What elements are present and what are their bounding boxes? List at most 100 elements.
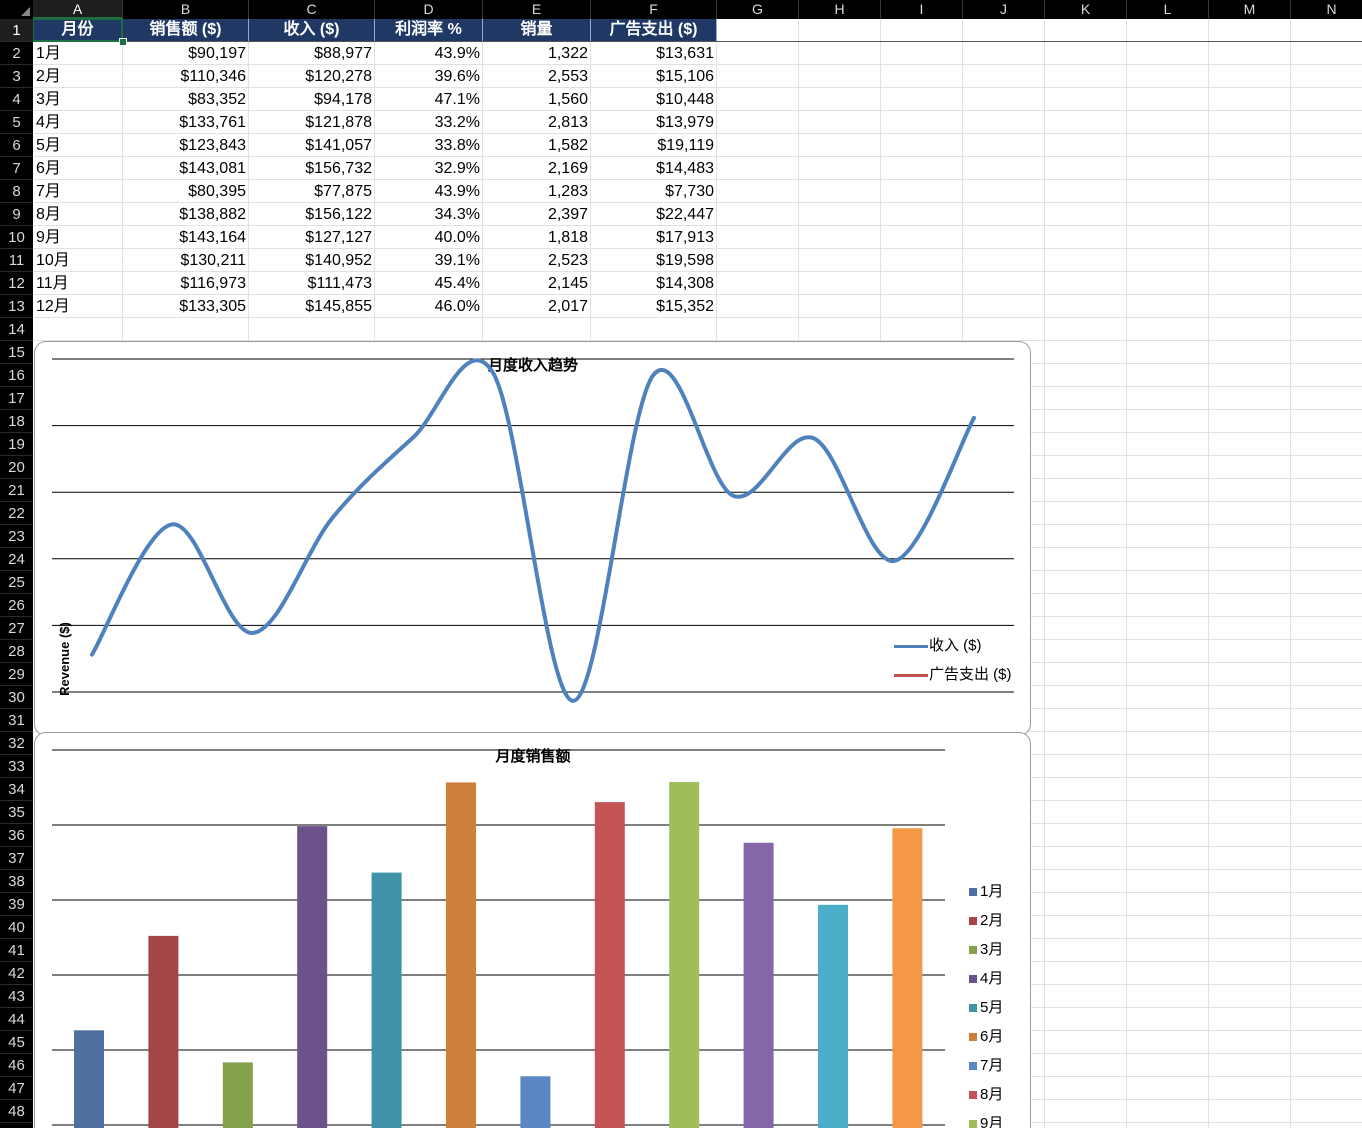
- table-cell[interactable]: 2,169: [483, 157, 591, 180]
- column-header-i[interactable]: I: [881, 0, 963, 19]
- row-header-29[interactable]: 29: [0, 663, 33, 686]
- row-header-11[interactable]: 11: [0, 249, 33, 272]
- row-header-14[interactable]: 14: [0, 318, 33, 341]
- row-header-7[interactable]: 7: [0, 157, 33, 180]
- table-cell[interactable]: $141,057: [249, 134, 375, 157]
- legend-item[interactable]: 9月: [969, 1112, 1003, 1128]
- table-cell[interactable]: 2,397: [483, 203, 591, 226]
- legend-item[interactable]: 7月: [969, 1054, 1003, 1075]
- row-header-44[interactable]: 44: [0, 1008, 33, 1031]
- table-cell[interactable]: 2月: [33, 65, 123, 88]
- table-cell[interactable]: $77,875: [249, 180, 375, 203]
- row-header-41[interactable]: 41: [0, 939, 33, 962]
- row-header-31[interactable]: 31: [0, 709, 33, 732]
- table-cell[interactable]: $88,977: [249, 42, 375, 65]
- column-header-m[interactable]: M: [1209, 0, 1291, 19]
- table-cell[interactable]: $80,395: [123, 180, 249, 203]
- table-cell[interactable]: $14,483: [591, 157, 717, 180]
- column-header-g[interactable]: G: [717, 0, 799, 19]
- table-cell[interactable]: $156,122: [249, 203, 375, 226]
- row-header-46[interactable]: 46: [0, 1054, 33, 1077]
- table-cell[interactable]: $145,855: [249, 295, 375, 318]
- row-header-26[interactable]: 26: [0, 594, 33, 617]
- row-header-10[interactable]: 10: [0, 226, 33, 249]
- table-cell[interactable]: $17,913: [591, 226, 717, 249]
- table-cell[interactable]: $90,197: [123, 42, 249, 65]
- row-header-12[interactable]: 12: [0, 272, 33, 295]
- table-header-cell[interactable]: 月份: [33, 19, 123, 41]
- table-cell[interactable]: 1,283: [483, 180, 591, 203]
- legend-item[interactable]: 6月: [969, 1025, 1003, 1046]
- table-cell[interactable]: 10月: [33, 249, 123, 272]
- column-header-h[interactable]: H: [799, 0, 881, 19]
- table-cell[interactable]: $156,732: [249, 157, 375, 180]
- table-cell[interactable]: 1,582: [483, 134, 591, 157]
- row-header-47[interactable]: 47: [0, 1077, 33, 1100]
- legend-item[interactable]: 5月: [969, 996, 1003, 1017]
- column-header-c[interactable]: C: [249, 0, 375, 19]
- table-cell[interactable]: 1,818: [483, 226, 591, 249]
- row-header-39[interactable]: 39: [0, 893, 33, 916]
- table-cell[interactable]: $83,352: [123, 88, 249, 111]
- table-cell[interactable]: $133,761: [123, 111, 249, 134]
- row-header-1[interactable]: 1: [0, 19, 33, 42]
- row-header-43[interactable]: 43: [0, 985, 33, 1008]
- row-header-18[interactable]: 18: [0, 410, 33, 433]
- table-header-cell[interactable]: 收入 ($): [249, 19, 375, 41]
- table-cell[interactable]: 2,017: [483, 295, 591, 318]
- table-cell[interactable]: $111,473: [249, 272, 375, 295]
- legend-item[interactable]: 4月: [969, 967, 1003, 988]
- table-cell[interactable]: 2,145: [483, 272, 591, 295]
- row-header-5[interactable]: 5: [0, 111, 33, 134]
- legend-item[interactable]: 1月: [969, 880, 1003, 901]
- table-header-cell[interactable]: 广告支出 ($): [591, 19, 717, 41]
- table-cell[interactable]: $110,346: [123, 65, 249, 88]
- table-cell[interactable]: 12月: [33, 295, 123, 318]
- select-all-corner[interactable]: [0, 0, 33, 19]
- row-header-30[interactable]: 30: [0, 686, 33, 709]
- table-cell[interactable]: $14,308: [591, 272, 717, 295]
- column-header-b[interactable]: B: [123, 0, 249, 19]
- table-header-cell[interactable]: 销售额 ($): [123, 19, 249, 41]
- table-cell[interactable]: 11月: [33, 272, 123, 295]
- table-cell[interactable]: 4月: [33, 111, 123, 134]
- column-header-a[interactable]: A: [33, 0, 123, 19]
- legend-item[interactable]: 3月: [969, 938, 1003, 959]
- row-header-16[interactable]: 16: [0, 364, 33, 387]
- table-cell[interactable]: $116,973: [123, 272, 249, 295]
- legend-item[interactable]: 收入 ($): [894, 634, 982, 655]
- legend-item[interactable]: 8月: [969, 1083, 1003, 1104]
- table-cell[interactable]: 1月: [33, 42, 123, 65]
- column-header-j[interactable]: J: [963, 0, 1045, 19]
- row-header-23[interactable]: 23: [0, 525, 33, 548]
- row-header-36[interactable]: 36: [0, 824, 33, 847]
- table-cell[interactable]: 34.3%: [375, 203, 483, 226]
- table-cell[interactable]: 33.2%: [375, 111, 483, 134]
- row-header-32[interactable]: 32: [0, 732, 33, 755]
- row-header-13[interactable]: 13: [0, 295, 33, 318]
- table-cell[interactable]: $140,952: [249, 249, 375, 272]
- table-cell[interactable]: 2,523: [483, 249, 591, 272]
- legend-item[interactable]: 2月: [969, 909, 1003, 930]
- row-header-24[interactable]: 24: [0, 548, 33, 571]
- table-cell[interactable]: $143,164: [123, 226, 249, 249]
- table-cell[interactable]: 6月: [33, 157, 123, 180]
- table-cell[interactable]: 47.1%: [375, 88, 483, 111]
- table-cell[interactable]: $120,278: [249, 65, 375, 88]
- table-cell[interactable]: $19,119: [591, 134, 717, 157]
- row-header-2[interactable]: 2: [0, 42, 33, 65]
- table-cell[interactable]: 46.0%: [375, 295, 483, 318]
- table-cell[interactable]: $10,448: [591, 88, 717, 111]
- column-header-n[interactable]: N: [1291, 0, 1362, 19]
- row-header-40[interactable]: 40: [0, 916, 33, 939]
- row-header-17[interactable]: 17: [0, 387, 33, 410]
- row-header-19[interactable]: 19: [0, 433, 33, 456]
- table-header-cell[interactable]: 销量: [483, 19, 591, 41]
- row-header-45[interactable]: 45: [0, 1031, 33, 1054]
- column-header-e[interactable]: E: [483, 0, 591, 19]
- table-cell[interactable]: 43.9%: [375, 180, 483, 203]
- table-cell[interactable]: $13,631: [591, 42, 717, 65]
- table-cell[interactable]: $19,598: [591, 249, 717, 272]
- table-cell[interactable]: 3月: [33, 88, 123, 111]
- row-header-28[interactable]: 28: [0, 640, 33, 663]
